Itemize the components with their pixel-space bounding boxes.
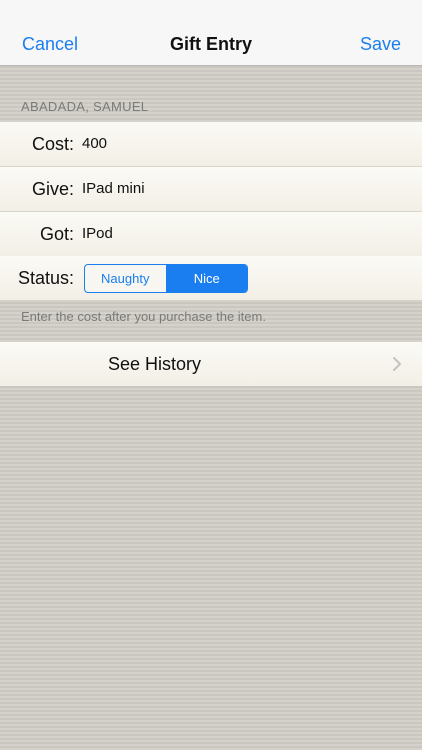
cost-hint-text: Enter the cost after you purchase the it… — [21, 309, 266, 324]
got-label: Got: — [39, 224, 74, 244]
status-option-nice[interactable]: Nice — [165, 265, 247, 292]
section-header-recipient: ABADADA, SAMUEL — [21, 99, 149, 114]
status-option-naughty[interactable]: Naughty — [85, 265, 166, 292]
cost-label: Cost: — [31, 134, 74, 154]
save-button[interactable]: Save — [360, 34, 401, 54]
see-history-label: See History — [108, 354, 202, 374]
got-field[interactable]: IPod — [82, 225, 113, 243]
give-row: Give: IPad mini — [0, 167, 422, 211]
page-title: Gift Entry — [169, 34, 252, 54]
cost-field[interactable]: 400 — [82, 135, 107, 153]
got-row: Got: IPod — [0, 212, 422, 256]
status-label: Status: — [17, 268, 74, 288]
status-row: Status: Naughty Nice — [0, 256, 422, 300]
navigation-bar: Cancel Gift Entry Save — [0, 0, 422, 66]
status-segmented-control: Naughty Nice — [84, 264, 248, 293]
chevron-right-icon — [393, 357, 401, 371]
cost-row: Cost: 400 — [0, 122, 422, 166]
see-history-row[interactable]: See History — [0, 342, 422, 386]
give-label: Give: — [31, 179, 74, 199]
give-field[interactable]: IPad mini — [82, 180, 145, 198]
